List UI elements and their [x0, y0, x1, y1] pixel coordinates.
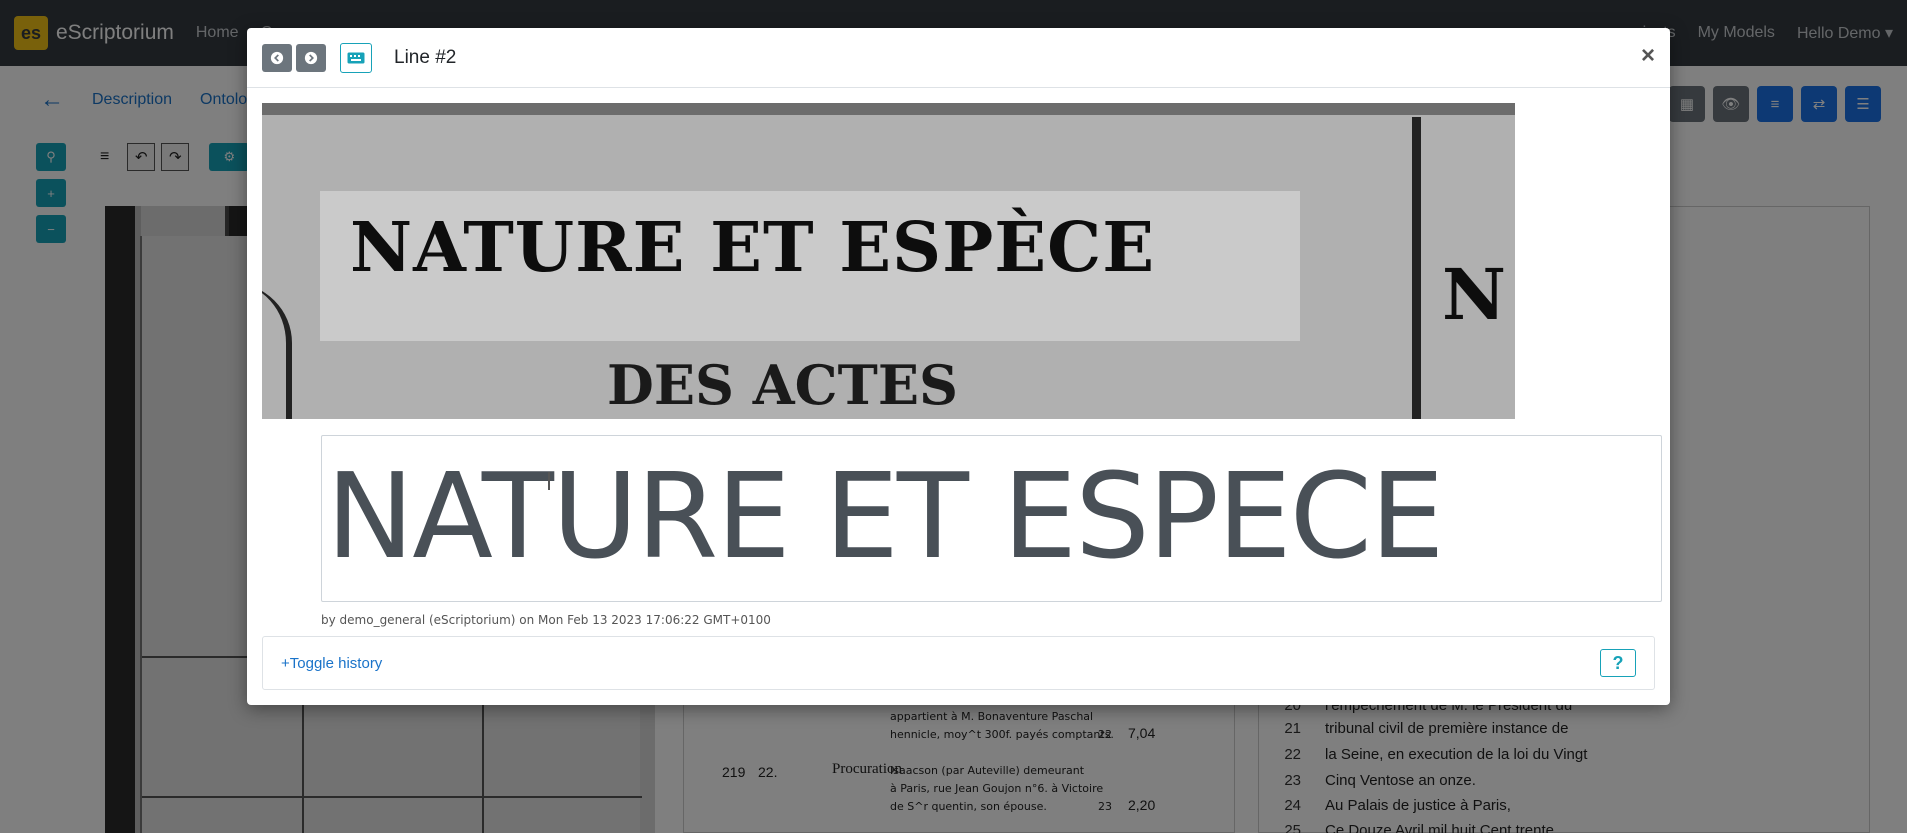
help-button[interactable]: ? [1600, 649, 1636, 677]
keyboard-icon [347, 52, 365, 63]
toggle-history-link[interactable]: +Toggle history [281, 655, 382, 672]
next-line-button[interactable] [296, 43, 326, 72]
modal-header: Line #2 × [247, 28, 1670, 88]
arrow-left-circle-icon [270, 51, 284, 64]
text-cursor [548, 472, 550, 490]
close-button[interactable]: × [1641, 44, 1655, 68]
transcription-byline: by demo_general (eScriptorium) on Mon Fe… [321, 613, 771, 627]
previous-line-button[interactable] [262, 43, 292, 72]
arrow-right-circle-icon [304, 51, 318, 64]
transcription-input[interactable]: NATURE ET ESPECE [321, 435, 1662, 602]
virtual-keyboard-button[interactable] [340, 42, 372, 73]
scan-text-line1: NATURE ET ESPÈCE [350, 208, 1156, 288]
line-edit-modal: Line #2 × NATURE ET ESPÈCE DES ACTES N N… [247, 28, 1670, 705]
scan-text-line2: DES ACTES [607, 353, 958, 417]
transcription-text[interactable]: NATURE ET ESPECE [326, 446, 1445, 586]
scan-text-right: N [1442, 253, 1506, 336]
line-image: NATURE ET ESPÈCE DES ACTES N [262, 103, 1515, 419]
modal-title: Line #2 [394, 46, 457, 68]
history-card: +Toggle history ? [262, 636, 1655, 690]
